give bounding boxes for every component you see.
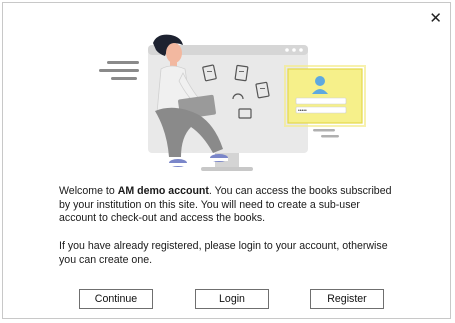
welcome-paragraph: Welcome to AM demo account. You can acce…: [59, 185, 399, 226]
password-mask: •••••: [298, 108, 307, 114]
welcome-dialog: ✕ ••••• Welcome to AM demo account. You …: [2, 2, 451, 319]
login-button[interactable]: Login: [195, 289, 269, 309]
info-paragraph: If you have already registered, please l…: [59, 240, 388, 266]
account-name: AM demo account: [117, 185, 209, 197]
welcome-illustration: •••••: [99, 34, 366, 171]
continue-button[interactable]: Continue: [79, 289, 153, 309]
welcome-prefix: Welcome to: [59, 185, 118, 197]
register-button[interactable]: Register: [310, 289, 384, 309]
